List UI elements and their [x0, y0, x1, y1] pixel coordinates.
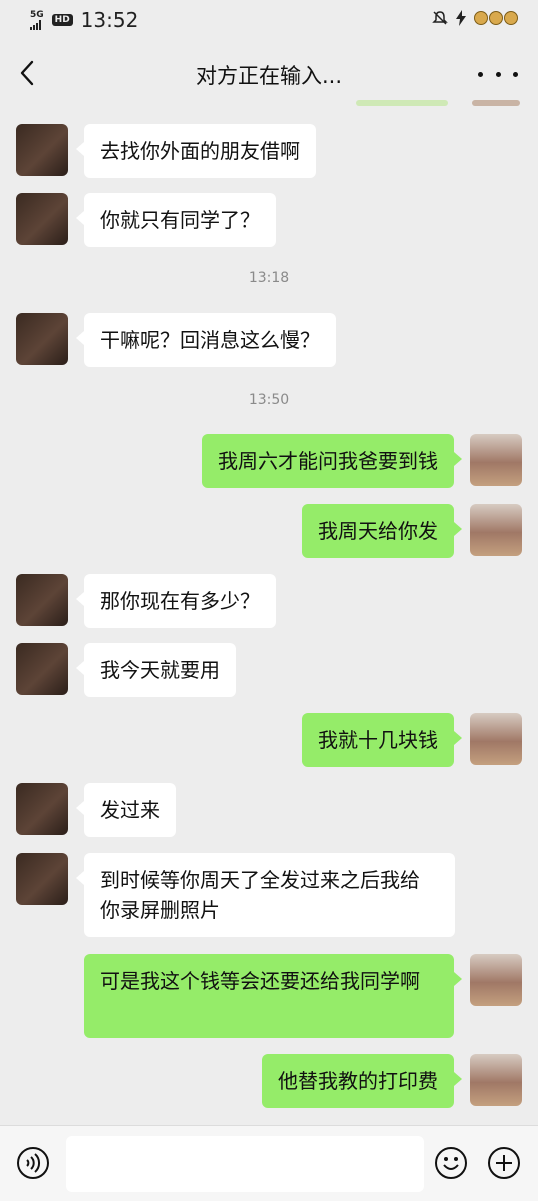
message-row: 可是我这个钱等会还要还给我同学啊 — [0, 954, 538, 1038]
contact-avatar[interactable] — [16, 853, 68, 905]
more-dot-icon — [495, 71, 501, 77]
message-row: 我今天就要用 — [0, 643, 538, 697]
more-functions-button[interactable] — [487, 1146, 521, 1180]
status-left: 5G HD 13:52 — [30, 8, 138, 32]
mute-bell-icon — [432, 11, 448, 25]
signal-icon — [30, 19, 44, 30]
previous-avatar-fragment — [472, 100, 520, 106]
previous-message-fragment — [356, 100, 448, 106]
my-avatar[interactable] — [470, 434, 522, 486]
incoming-message[interactable]: 到时候等你周天了全发过来之后我给你录屏删照片 — [76, 853, 455, 937]
incoming-message[interactable]: 我今天就要用 — [76, 643, 236, 697]
message-row: 我周天给你发 — [0, 504, 538, 558]
signal-indicator: 5G — [30, 9, 44, 30]
my-avatar[interactable] — [470, 954, 522, 1006]
voice-icon — [17, 1147, 49, 1179]
chat-title: 对方正在输入... — [195, 64, 343, 88]
my-avatar[interactable] — [470, 713, 522, 765]
my-avatar[interactable] — [470, 1054, 522, 1106]
contact-avatar[interactable] — [16, 313, 68, 365]
smiley-icon — [435, 1147, 467, 1179]
message-row: 干嘛呢？回消息这么慢？ — [0, 313, 538, 367]
outgoing-message[interactable]: 可是我这个钱等会还要还给我同学啊 — [84, 954, 462, 1038]
message-row: 我周六才能问我爸要到钱 — [0, 434, 538, 488]
contact-avatar[interactable] — [16, 574, 68, 626]
message-row: 你就只有同学了？ — [0, 193, 538, 247]
outgoing-message[interactable]: 我周六才能问我爸要到钱 — [202, 434, 462, 488]
hd-badge: HD — [51, 14, 73, 26]
message-row: 那你现在有多少？ — [0, 574, 538, 628]
contact-avatar[interactable] — [16, 193, 68, 245]
outgoing-message[interactable]: 我周天给你发 — [302, 504, 462, 558]
emoji-button[interactable] — [434, 1146, 468, 1180]
contact-avatar[interactable] — [16, 643, 68, 695]
charging-icon — [456, 10, 466, 26]
incoming-message[interactable]: 干嘛呢？回消息这么慢？ — [76, 313, 336, 367]
incoming-message[interactable]: 那你现在有多少？ — [76, 574, 276, 628]
timestamp: 13:50 — [248, 392, 290, 408]
chat-header: 对方正在输入... — [0, 42, 538, 106]
status-time: 13:52 — [80, 8, 139, 32]
more-dot-icon — [478, 71, 483, 77]
status-bar: 5G HD 13:52 — [0, 0, 538, 42]
voice-button[interactable] — [16, 1146, 50, 1180]
message-row: 他替我教的打印费 — [0, 1054, 538, 1108]
outgoing-message[interactable]: 我就十几块钱 — [302, 713, 462, 767]
incoming-message[interactable]: 发过来 — [76, 783, 176, 837]
outgoing-message[interactable]: 他替我教的打印费 — [262, 1054, 462, 1108]
message-row: 到时候等你周天了全发过来之后我给你录屏删照片 — [0, 853, 538, 937]
contact-avatar[interactable] — [16, 783, 68, 835]
incoming-message[interactable]: 去找你外面的朋友借啊 — [76, 124, 316, 178]
message-row: 我就十几块钱 — [0, 713, 538, 767]
contact-avatar[interactable] — [16, 124, 68, 176]
more-dot-icon — [513, 71, 518, 77]
message-row: 发过来 — [0, 783, 538, 837]
network-type: 5G — [30, 9, 44, 20]
more-button[interactable] — [478, 64, 518, 84]
message-row: 去找你外面的朋友借啊 — [0, 124, 538, 178]
battery-emoji-icon — [474, 11, 518, 25]
incoming-message[interactable]: 你就只有同学了？ — [76, 193, 276, 247]
timestamp: 13:18 — [248, 270, 290, 286]
input-bar — [0, 1125, 538, 1201]
plus-icon — [488, 1147, 520, 1179]
message-input[interactable] — [66, 1136, 424, 1192]
my-avatar[interactable] — [470, 504, 522, 556]
status-right — [432, 10, 518, 26]
